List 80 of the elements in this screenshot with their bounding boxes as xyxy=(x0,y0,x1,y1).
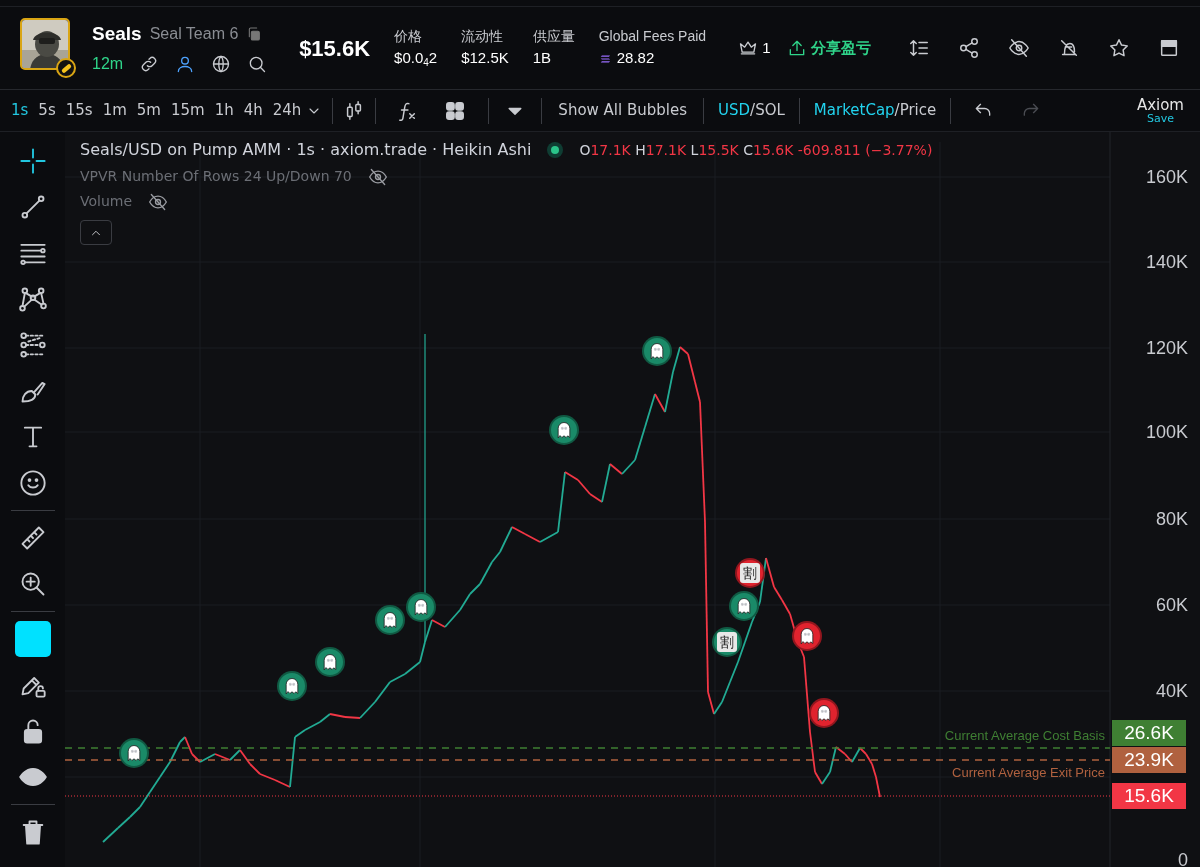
eye-off-icon[interactable] xyxy=(1008,37,1030,59)
ghost-marker[interactable] xyxy=(549,415,579,445)
eye-off-icon[interactable] xyxy=(367,166,388,187)
stat-label: 流动性 xyxy=(461,27,505,47)
timeframe-tab[interactable]: 1m xyxy=(97,99,132,122)
ohlc-values: O17.1K H17.1K L15.5K C15.6K -609.811 (−3.77%) xyxy=(579,140,933,160)
search-icon[interactable] xyxy=(247,54,268,75)
price-line-label: Current Average Cost Basis xyxy=(944,727,1105,746)
share-pnl-button[interactable]: 分享盈亏 xyxy=(786,35,873,61)
ghost-marker[interactable] xyxy=(729,591,759,621)
price-badge: 23.9K xyxy=(1112,747,1186,773)
price-badge: 26.6K xyxy=(1112,720,1186,746)
axis-label: 140K xyxy=(1145,250,1188,274)
token-full-name: Seal Team 6 xyxy=(149,24,239,44)
star-icon[interactable] xyxy=(1108,37,1130,59)
ghost-marker[interactable] xyxy=(809,698,839,728)
timeframe-tab[interactable]: 1h xyxy=(209,99,239,122)
stat-value: $0.0$_{4}$2 xyxy=(394,48,438,70)
sort-icon[interactable] xyxy=(908,37,930,59)
save-link[interactable]: Save xyxy=(1146,112,1174,124)
pattern-icon[interactable] xyxy=(18,285,47,313)
ghost-marker[interactable] xyxy=(277,671,307,701)
toggle-separator: / xyxy=(894,100,900,122)
token-name: Seals xyxy=(92,21,142,46)
ghost-marker[interactable] xyxy=(119,738,149,768)
toggle-option[interactable]: USD xyxy=(718,99,751,122)
share-icon[interactable] xyxy=(958,37,980,59)
stat-label: 价格 xyxy=(394,27,424,47)
timeframe-tab[interactable]: 5m xyxy=(131,99,166,122)
price-line-label: Current Average Exit Price xyxy=(952,764,1105,783)
ghost-marker[interactable] xyxy=(642,336,672,366)
stat-value: 1B xyxy=(532,48,552,69)
eye-off-icon[interactable] xyxy=(148,191,169,212)
status-dot xyxy=(547,142,564,158)
trade-marker[interactable]: 割 xyxy=(712,627,742,657)
chart-title: Seals/USD on Pump AMM · 1s · axiom.trade · Heikin Ashi xyxy=(80,139,532,161)
grid-icon[interactable] xyxy=(444,99,467,122)
pill-icon xyxy=(59,61,73,75)
hat-off-icon[interactable] xyxy=(1058,37,1080,59)
globe-icon[interactable] xyxy=(211,54,232,75)
axis-label: 0 xyxy=(1178,848,1188,867)
axis-label: 100K xyxy=(1145,420,1188,444)
toggle-option[interactable]: MarketCap xyxy=(813,99,895,122)
smiley-icon[interactable] xyxy=(18,469,47,497)
toggle-option[interactable]: SOL xyxy=(755,99,785,122)
copy-icon[interactable] xyxy=(246,26,263,42)
toggle-option[interactable]: Price xyxy=(899,99,937,122)
fib-icon[interactable] xyxy=(18,331,47,359)
stat-value: 28.82 xyxy=(616,48,655,69)
price-badge: 15.6K xyxy=(1112,783,1186,809)
stat-value: $12.5K xyxy=(461,48,509,69)
ghost-marker[interactable] xyxy=(315,647,345,677)
indicator-label: VPVR Number Of Rows 24 Up/Down 70 xyxy=(80,167,352,186)
crosshair-icon[interactable] xyxy=(18,147,47,175)
timeframe-tab[interactable]: 4h xyxy=(238,99,268,122)
window-icon[interactable] xyxy=(1158,37,1180,59)
axis-label: 60K xyxy=(1155,593,1188,617)
trade-marker[interactable]: 割 xyxy=(735,558,765,588)
color-swatch[interactable] xyxy=(14,621,51,657)
timeframe-tab[interactable]: 15m xyxy=(165,99,210,122)
ghost-marker[interactable] xyxy=(792,621,822,651)
market-cap: $15.6K xyxy=(299,34,371,63)
top-count: 1 xyxy=(762,37,771,58)
stat-label: Global Fees Paid xyxy=(598,27,707,47)
timeframe-tab[interactable]: 15s xyxy=(60,99,98,122)
token-age: 12m xyxy=(92,54,124,75)
timeframe-tab[interactable]: 24h xyxy=(267,99,307,122)
axis-label: 40K xyxy=(1155,679,1188,703)
axis-label: 80K xyxy=(1155,507,1188,531)
stat-label: 供应量 xyxy=(532,27,575,47)
show-bubbles-button[interactable]: Show All Bubbles xyxy=(552,99,694,122)
timeframe-tab[interactable]: 5s xyxy=(33,99,61,122)
layout-name: Axiom xyxy=(1136,97,1184,113)
ghost-marker[interactable] xyxy=(406,592,436,622)
indicator-label: Volume xyxy=(80,192,133,211)
axis-label: 160K xyxy=(1145,165,1188,189)
ghost-marker[interactable] xyxy=(375,605,405,635)
timeframe-tab[interactable]: 1s xyxy=(6,99,34,122)
toggle-separator: / xyxy=(750,100,756,122)
axis-label: 120K xyxy=(1145,336,1188,360)
